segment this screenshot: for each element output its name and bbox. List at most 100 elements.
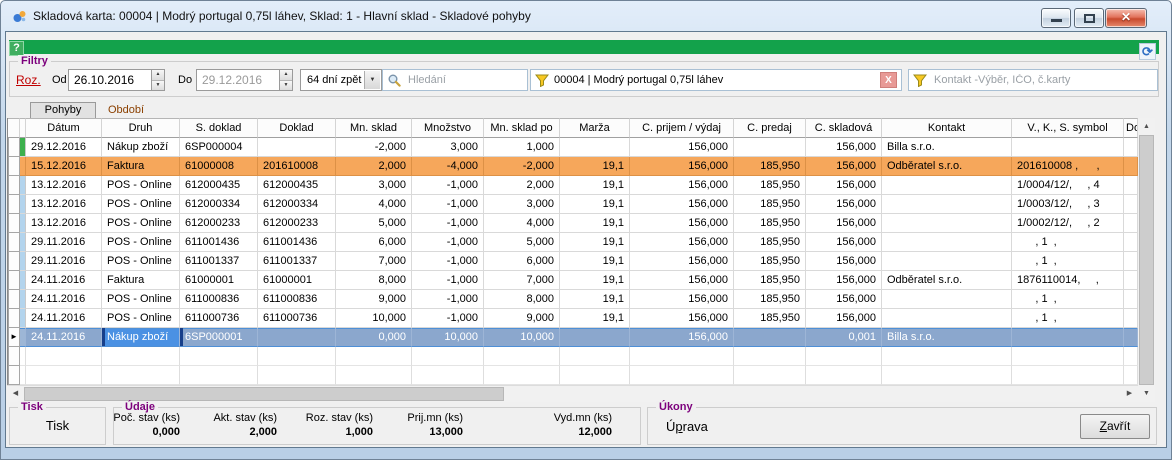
table-row[interactable]: ►24.11.2016Nákup zboží6SP0000010,00010,0… [8, 328, 1138, 347]
cell-symbol[interactable]: 1/0003/12/, , 3 [1012, 195, 1124, 214]
cell-symbol[interactable]: 1/0004/12/, , 4 [1012, 176, 1124, 195]
column-header-marza[interactable]: Marža [560, 118, 630, 138]
cell-kontakt[interactable] [882, 176, 1012, 195]
cell-marza[interactable]: 19,1 [560, 233, 630, 252]
cell-date[interactable]: 13.12.2016 [26, 176, 102, 195]
column-header-mn_sklad_po[interactable]: Mn. sklad po [484, 118, 560, 138]
cell-kontakt[interactable] [882, 252, 1012, 271]
cell-mn_sklad_po[interactable]: 9,000 [484, 309, 560, 328]
cell-druh[interactable]: POS - Online [102, 176, 180, 195]
cell-s_doklad[interactable]: 612000233 [180, 214, 258, 233]
cell-kontakt[interactable] [882, 195, 1012, 214]
cell-do_col[interactable] [1124, 252, 1138, 271]
cell-do_col[interactable] [1124, 290, 1138, 309]
cell-marza[interactable]: 19,1 [560, 252, 630, 271]
cell-druh[interactable]: Nákup zboží [102, 138, 180, 157]
cell-mn_sklad_po[interactable]: 6,000 [484, 252, 560, 271]
cell-kontakt[interactable]: Odběratel s.r.o. [882, 271, 1012, 290]
chevron-down-icon[interactable]: ▼ [364, 71, 380, 89]
cell-c_prijem[interactable]: 156,000 [630, 233, 734, 252]
cell-mn_sklad[interactable]: -2,000 [336, 138, 412, 157]
cell-doklad[interactable] [258, 138, 336, 157]
cell-mnozstvo[interactable]: -1,000 [412, 290, 484, 309]
cell-symbol[interactable]: , 1 , [1012, 309, 1124, 328]
cell-marza[interactable] [560, 138, 630, 157]
cell-marza[interactable]: 19,1 [560, 214, 630, 233]
cell-c_prijem[interactable]: 156,000 [630, 214, 734, 233]
cell-symbol[interactable]: 1876110014, , [1012, 271, 1124, 290]
cell-c_skladova[interactable]: 156,000 [806, 233, 882, 252]
cell-do_col[interactable] [1124, 138, 1138, 157]
cell-mn_sklad[interactable]: 8,000 [336, 271, 412, 290]
scroll-down-icon[interactable]: ▼ [1138, 385, 1155, 402]
cell-mn_sklad_po[interactable]: -2,000 [484, 157, 560, 176]
cell-date[interactable]: 13.12.2016 [26, 195, 102, 214]
column-header-doklad[interactable]: Doklad [258, 118, 336, 138]
horizontal-scrollbar[interactable]: ◀ ▶ [7, 385, 1138, 402]
table-row[interactable]: 24.11.2016POS - Online611000836611000836… [8, 290, 1138, 309]
close-dialog-button[interactable]: Zavřít [1080, 414, 1150, 439]
column-header-date[interactable]: Dátum [26, 118, 102, 138]
cell-symbol[interactable]: , 1 , [1012, 233, 1124, 252]
table-row[interactable]: 15.12.2016Faktura610000082016100082,000-… [8, 157, 1138, 176]
spinner-down-icon[interactable]: ▼ [280, 80, 292, 91]
cell-c_skladova[interactable]: 156,000 [806, 176, 882, 195]
cell-mn_sklad_po[interactable]: 1,000 [484, 138, 560, 157]
cell-doklad[interactable] [258, 328, 336, 347]
cell-marza[interactable]: 19,1 [560, 309, 630, 328]
table-row[interactable]: 24.11.2016Faktura61000001610000018,000-1… [8, 271, 1138, 290]
vertical-scrollbar[interactable]: ▲ ▼ [1138, 118, 1155, 402]
expand-filters-link[interactable]: Roz. [16, 73, 41, 87]
scroll-right-icon[interactable]: ▶ [1121, 386, 1138, 402]
cell-s_doklad[interactable]: 6SP000001 [180, 328, 258, 347]
cell-c_prijem[interactable]: 156,000 [630, 157, 734, 176]
cell-date[interactable]: 29.11.2016 [26, 233, 102, 252]
cell-mn_sklad[interactable]: 3,000 [336, 176, 412, 195]
cell-mn_sklad_po[interactable]: 2,000 [484, 176, 560, 195]
row-selector-cell[interactable] [8, 138, 20, 157]
cell-c_predaj[interactable]: 185,950 [734, 176, 806, 195]
cell-c_prijem[interactable]: 156,000 [630, 176, 734, 195]
cell-c_prijem[interactable]: 156,000 [630, 252, 734, 271]
column-header-c_predaj[interactable]: C. predaj [734, 118, 806, 138]
cell-druh[interactable]: POS - Online [102, 252, 180, 271]
cell-date[interactable]: 15.12.2016 [26, 157, 102, 176]
cell-mn_sklad[interactable]: 9,000 [336, 290, 412, 309]
help-icon[interactable]: ? [9, 41, 24, 56]
cell-c_prijem[interactable]: 156,000 [630, 290, 734, 309]
cell-do_col[interactable] [1124, 271, 1138, 290]
row-selector-cell[interactable] [8, 290, 20, 309]
cell-c_prijem[interactable]: 156,000 [630, 271, 734, 290]
contact-filter-input[interactable] [932, 73, 1153, 87]
cell-mnozstvo[interactable]: -1,000 [412, 176, 484, 195]
cell-mnozstvo[interactable]: -4,000 [412, 157, 484, 176]
cell-mnozstvo[interactable]: -1,000 [412, 214, 484, 233]
cell-symbol[interactable] [1012, 138, 1124, 157]
cell-druh[interactable]: POS - Online [102, 195, 180, 214]
vertical-scrollbar-thumb[interactable] [1139, 135, 1154, 385]
cell-druh[interactable]: POS - Online [102, 233, 180, 252]
row-selector-cell[interactable] [8, 252, 20, 271]
cell-c_predaj[interactable]: 185,950 [734, 290, 806, 309]
cell-c_prijem[interactable]: 156,000 [630, 195, 734, 214]
row-selector-cell[interactable] [8, 214, 20, 233]
cell-mnozstvo[interactable]: -1,000 [412, 233, 484, 252]
cell-marza[interactable]: 19,1 [560, 271, 630, 290]
cell-doklad[interactable]: 611000736 [258, 309, 336, 328]
cell-symbol[interactable]: , 1 , [1012, 252, 1124, 271]
cell-s_doklad[interactable]: 61000008 [180, 157, 258, 176]
cell-date[interactable]: 13.12.2016 [26, 214, 102, 233]
cell-druh[interactable]: POS - Online [102, 309, 180, 328]
tab-pohyby[interactable]: Pohyby [30, 102, 96, 119]
cell-mn_sklad[interactable]: 7,000 [336, 252, 412, 271]
cell-mn_sklad[interactable]: 4,000 [336, 195, 412, 214]
scroll-up-icon[interactable]: ▲ [1138, 118, 1155, 135]
cell-mn_sklad_po[interactable]: 4,000 [484, 214, 560, 233]
tab-obdobi[interactable]: Období [108, 104, 144, 116]
cell-mn_sklad[interactable]: 6,000 [336, 233, 412, 252]
cell-c_predaj[interactable]: 185,950 [734, 233, 806, 252]
maximize-button[interactable] [1074, 8, 1104, 28]
cell-marza[interactable]: 19,1 [560, 290, 630, 309]
spinner-up-icon[interactable]: ▲ [280, 70, 292, 80]
edit-link[interactable]: Úprava [666, 419, 708, 434]
